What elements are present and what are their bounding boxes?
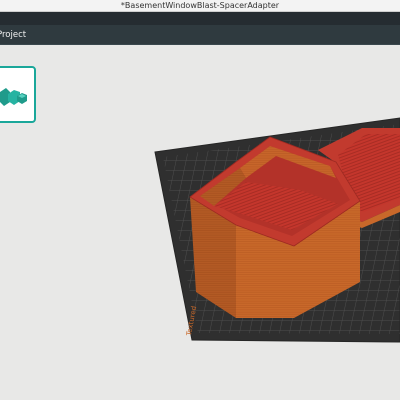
build-plate-scene[interactable]: Textured [0,45,400,400]
window-title: *BasementWindowBlast-SpacerAdapter [120,1,280,10]
plate-thumbnail[interactable] [0,66,36,123]
menu-strip [0,12,400,25]
tab-project[interactable]: Project [0,25,26,45]
plate-thumbnail-icon [0,88,27,106]
toolbar: Project [0,25,400,45]
window-title-bar: *BasementWindowBlast-SpacerAdapter [0,0,400,12]
